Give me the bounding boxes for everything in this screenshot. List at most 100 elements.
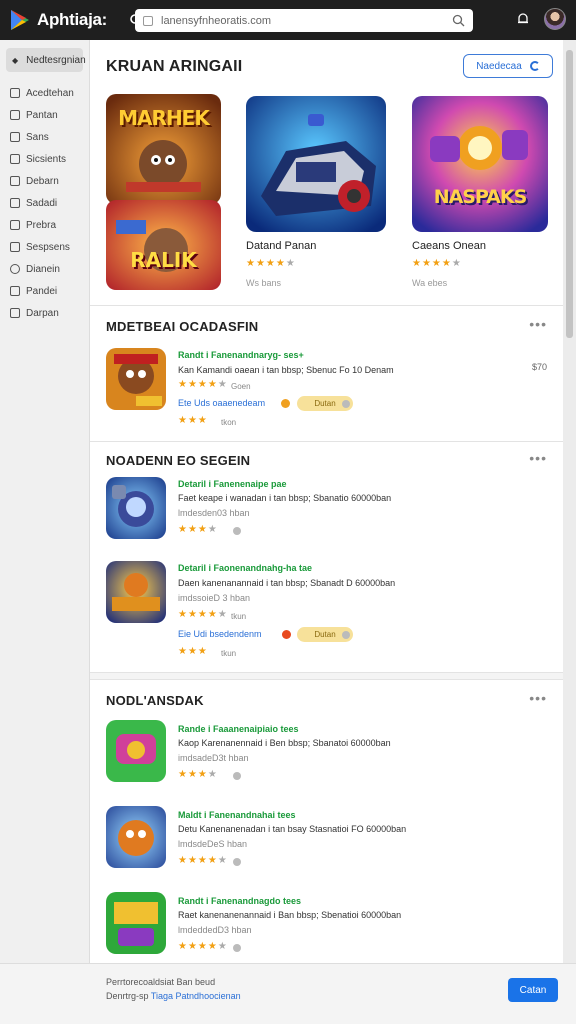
featured-card-4-sub: Wa ebes [412,278,448,288]
sidebar-item-label: Sans [26,131,49,143]
info-icon[interactable] [233,858,241,866]
featured-tile-1[interactable]: MARHEK [106,94,221,204]
divider [90,305,563,306]
info-icon[interactable] [233,527,241,535]
diamond-icon: ◆ [12,55,19,65]
more-options-icon[interactable]: ••• [529,450,547,466]
app-title[interactable]: Rande i Faaanenaipiaio tees [178,724,299,734]
app-title[interactable]: Maldt i Fanenandnahai tees [178,810,296,820]
featured-card-4-name[interactable]: Caeans Onean [412,240,486,252]
sidebar-item-label: Prebra [26,219,57,231]
app-rating: ★★★★ [178,769,218,780]
app-description: Kan Kamandi oaean i tan bbsp; Sbenuc Fo … [178,365,394,375]
app-meta-small: tkun [231,612,247,621]
app-description: Faet keape i wanadan i tan bbsp; Sbanati… [178,493,392,503]
featured-card-3-name[interactable]: Datand Panan [246,240,316,252]
featured-tile-1-text: MARHEK [118,106,210,130]
notification-icon[interactable] [516,12,530,26]
app-name: Aphtiaja: [37,10,108,29]
featured-tile-2[interactable]: RALIK [106,200,221,290]
sidebar-item-3[interactable]: Sans [0,126,89,148]
bag-icon [10,110,20,120]
top-bar: Aphtiaja: lanensyfnheoratis.com [0,0,576,40]
sidebar-item-7[interactable]: Prebra [0,214,89,236]
app-rating: ★★★★★ [178,379,228,390]
info-icon[interactable] [342,400,350,408]
divider [90,441,563,442]
sidebar-item-label: Acedtehan [26,87,74,99]
sidebar-item-label: Sespsens [26,241,70,253]
grid-icon [10,88,20,98]
section-title-3: NODL'ANSDAK [106,693,204,708]
app-link[interactable]: Ete Uds oaaenedeam [178,398,265,408]
app-icon[interactable] [106,806,166,868]
app-meta: lmdesden03 hban [178,508,250,518]
sidebar-item-label: Sadadi [26,197,58,209]
folder-icon [10,308,20,318]
sidebar-item-label: Darpan [26,307,59,319]
app-icon[interactable] [106,561,166,623]
sidebar-item-8[interactable]: Sespsens [0,236,89,258]
featured-button[interactable]: Naedecaa [463,54,553,78]
url-text: lanensyfnheoratis.com [161,14,272,27]
badge-icon [281,399,290,408]
badge-icon [282,630,291,639]
app-rating: ★★★★★ [178,855,228,866]
info-icon[interactable] [233,772,241,780]
scrollbar[interactable] [563,40,576,963]
bottom-link[interactable]: Tiaga Patndhoocienan [151,991,241,1001]
app-price: $70 [531,362,547,372]
more-options-icon[interactable]: ••• [529,316,547,332]
sidebar-header[interactable]: ◆ Nedtesrgnian [6,48,86,72]
sidebar: ◆ Nedtesrgnian Acedtehan Pantan Sans Sic… [0,40,90,963]
bottom-text-2: Denrtrg-sp Tiaga Patndhoocienan [106,991,241,1001]
app-description: Daen kanenanannaid i tan bbsp; Sbanadt D… [178,578,396,588]
info-icon[interactable] [233,944,241,952]
sidebar-item-9[interactable]: Dianein [0,258,89,280]
app-icon[interactable] [106,348,166,410]
app-rating-secondary: ★★★ [178,415,208,426]
app-title[interactable]: Randt i Fanenandnagdo tees [178,896,301,906]
sidebar-item-2[interactable]: Pantan [0,104,89,126]
featured-tile-3[interactable] [246,96,386,232]
app-description: Raet kanenanenannaid i Ban bbsp; Sbenati… [178,910,402,920]
book-icon [10,220,20,230]
chart-icon [10,286,20,296]
sidebar-item-label: Debarn [26,175,59,187]
app-rating: ★★★★★ [178,941,228,952]
sidebar-item-1[interactable]: Acedtehan [0,82,89,104]
app-icon[interactable] [106,892,166,954]
app-title[interactable]: Randt i Fanenandnaryg- ses+ [178,350,304,360]
app-logo-icon[interactable] [9,9,31,31]
app-rating: ★★★★★ [178,609,228,620]
app-link[interactable]: Eie Udi bsedendenm [178,629,262,639]
featured-tile-4[interactable]: NASPAKS [412,96,548,232]
app-title[interactable]: Detaril i Faonenandnahg-ha tae [178,563,312,573]
info-icon[interactable] [342,631,350,639]
sidebar-item-label: Pantan [26,109,58,121]
more-options-icon[interactable]: ••• [529,690,547,706]
app-icon[interactable] [106,720,166,782]
bottom-action-button[interactable]: Catan [508,978,558,1002]
sidebar-item-11[interactable]: Darpan [0,302,89,324]
page-icon [143,15,153,26]
sidebar-item-10[interactable]: Pandei [0,280,89,302]
sidebar-header-label: Nedtesrgnian [26,54,86,66]
tag-icon [10,176,20,186]
scrollbar-thumb[interactable] [566,50,573,338]
sidebar-item-4[interactable]: Sicsients [0,148,89,170]
sidebar-item-6[interactable]: Sadadi [0,192,89,214]
bottom-text: Perrtorecoaldsiat Ban beud [106,977,216,987]
sidebar-item-label: Pandei [26,285,58,297]
app-meta: lmdeddedD3 hban [178,925,252,935]
url-bar[interactable]: lanensyfnheoratis.com [135,9,473,32]
bottom-text-prefix: Denrtrg-sp [106,991,149,1001]
sidebar-item-5[interactable]: Debarn [0,170,89,192]
sidebar-item-label: Sicsients [26,153,67,165]
app-title[interactable]: Detaril i Fanenenaipe pae [178,479,287,489]
app-icon[interactable] [106,477,166,539]
section-divider [90,672,563,680]
avatar[interactable] [544,8,566,30]
magnifier-icon[interactable] [452,14,465,27]
app-meta: Goen [231,382,251,391]
